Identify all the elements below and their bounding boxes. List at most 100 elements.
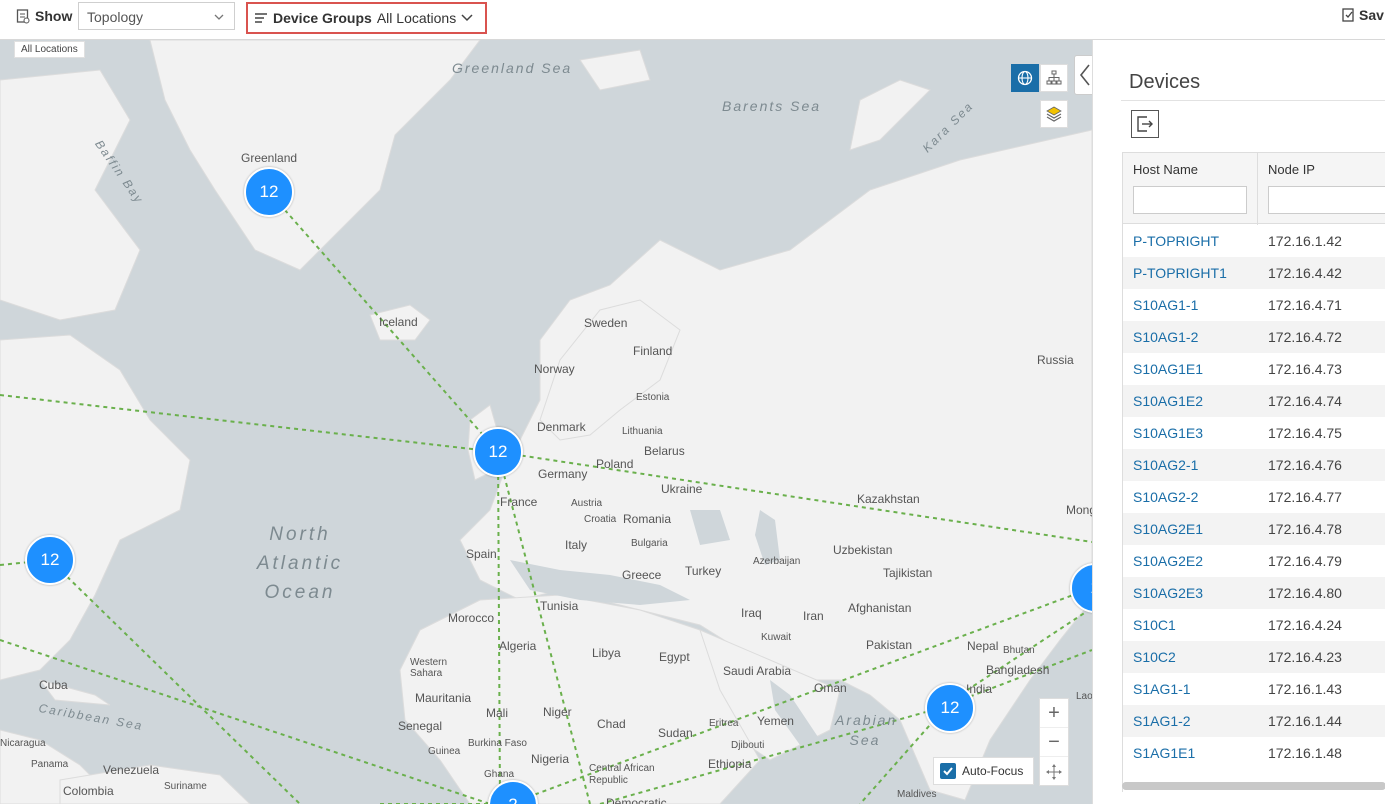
table-row[interactable]: P-TOPRIGHT1 172.16.4.42 — [1123, 257, 1385, 289]
node-ip-cell: 172.16.1.48 — [1268, 745, 1342, 761]
country-label: Lao — [1076, 691, 1092, 702]
node-ip-cell: 172.16.1.44 — [1268, 713, 1342, 729]
host-name-link[interactable]: S10AG1-1 — [1123, 297, 1258, 313]
fit-view-button[interactable] — [1040, 757, 1068, 786]
country-label: Greece — [622, 568, 662, 582]
table-row[interactable]: S10AG1-1 172.16.4.71 — [1123, 289, 1385, 321]
sea-label: Arabian Sea — [835, 712, 898, 748]
host-name-link[interactable]: S10C2 — [1123, 649, 1258, 665]
sea-label: Greenland Sea — [452, 60, 573, 76]
country-label: Chad — [597, 717, 626, 731]
zoom-out-button[interactable]: − — [1040, 728, 1068, 757]
table-row[interactable]: S10AG1-2 172.16.4.72 — [1123, 321, 1385, 353]
checkbox-checked-icon — [940, 763, 956, 779]
logical-view-button[interactable] — [1040, 64, 1068, 92]
node-ip-cell: 172.16.4.74 — [1268, 393, 1342, 409]
location-chip: All Locations — [14, 41, 85, 58]
save-button[interactable]: Sav — [1342, 7, 1384, 23]
table-row[interactable]: S10AG2-1 172.16.4.76 — [1123, 449, 1385, 481]
country-label: Suriname — [164, 781, 207, 792]
geo-view-button[interactable] — [1011, 64, 1039, 92]
export-icon — [1137, 116, 1153, 132]
country-label: Niger — [543, 705, 572, 719]
host-name-link[interactable]: S10AG1E3 — [1123, 425, 1258, 441]
save-label: Sav — [1359, 7, 1384, 23]
table-row[interactable]: S10C2 172.16.4.23 — [1123, 641, 1385, 673]
host-name-link[interactable]: S10AG1E1 — [1123, 361, 1258, 377]
auto-focus-toggle[interactable]: Auto-Focus — [933, 757, 1034, 785]
device-cluster[interactable]: 12 — [925, 683, 975, 733]
show-select[interactable]: Topology — [78, 2, 235, 30]
country-label: Ghana — [484, 769, 515, 780]
country-label: Colombia — [63, 784, 114, 798]
device-groups-selector[interactable]: Device Groups All Locations — [246, 2, 487, 34]
country-label: Austria — [571, 498, 603, 509]
move-icon — [1046, 763, 1062, 780]
table-row[interactable]: S10AG2E2 172.16.4.79 — [1123, 545, 1385, 577]
country-label: Finland — [633, 344, 673, 358]
host-name-link[interactable]: S10AG2E1 — [1123, 521, 1258, 537]
horizontal-scrollbar[interactable] — [1122, 782, 1385, 790]
country-label: Denmark — [537, 420, 586, 434]
device-cluster[interactable]: 12 — [25, 535, 75, 585]
country-label: Mauritania — [415, 691, 472, 705]
scrollbar-thumb[interactable] — [1122, 782, 1385, 790]
layers-button[interactable] — [1040, 100, 1068, 128]
node-ip-filter-input[interactable] — [1268, 186, 1385, 214]
host-name-link[interactable]: S1AG1E1 — [1123, 745, 1258, 761]
node-ip-cell: 172.16.4.75 — [1268, 425, 1342, 441]
host-name-link[interactable]: S10AG1-2 — [1123, 329, 1258, 345]
host-name-link[interactable]: S10AG2E3 — [1123, 585, 1258, 601]
table-row[interactable]: S10AG1E1 172.16.4.73 — [1123, 353, 1385, 385]
host-name-link[interactable]: S10AG1E2 — [1123, 393, 1258, 409]
country-label: Ethiopia — [708, 757, 752, 771]
device-cluster[interactable]: 12 — [244, 167, 294, 217]
host-name-link[interactable]: P-TOPRIGHT — [1123, 233, 1258, 249]
layers-icon — [1046, 106, 1062, 122]
host-name-link[interactable]: S10AG2-1 — [1123, 457, 1258, 473]
country-label: Kuwait — [761, 632, 792, 643]
country-label: France — [500, 495, 538, 509]
host-name-link[interactable]: S1AG1-1 — [1123, 681, 1258, 697]
table-row[interactable]: S10AG2E3 172.16.4.80 — [1123, 577, 1385, 609]
table-row[interactable]: S10AG2-2 172.16.4.77 — [1123, 481, 1385, 513]
table-row[interactable]: S1AG1-2 172.16.1.44 — [1123, 705, 1385, 737]
zoom-in-button[interactable]: + — [1040, 699, 1068, 728]
country-label: Burkina Faso — [468, 738, 527, 749]
host-name-link[interactable]: S10C1 — [1123, 617, 1258, 633]
host-name-link[interactable]: S10AG2E2 — [1123, 553, 1258, 569]
export-button[interactable] — [1131, 110, 1159, 138]
country-label: Saudi Arabia — [723, 664, 792, 678]
topology-map[interactable]: All Locations Greenland Sea Barents Sea … — [0, 40, 1092, 804]
country-label: Romania — [623, 512, 672, 526]
country-label: Germany — [538, 467, 588, 481]
country-label: Russia — [1037, 353, 1074, 367]
host-name-link[interactable]: S10AG2-2 — [1123, 489, 1258, 505]
sea-label: Barents Sea — [722, 98, 822, 114]
table-row[interactable]: S1AG1E1 172.16.1.48 — [1123, 737, 1385, 769]
country-label: Lithuania — [622, 426, 663, 437]
country-label: Pakistan — [866, 638, 913, 652]
country-label: Central African Republic — [589, 763, 655, 786]
device-cluster[interactable]: 12 — [473, 427, 523, 477]
host-name-link[interactable]: S1AG1-2 — [1123, 713, 1258, 729]
host-name-link[interactable]: P-TOPRIGHT1 — [1123, 265, 1258, 281]
country-label: Panama — [31, 759, 69, 770]
country-label: Nicaragua — [0, 738, 46, 749]
table-row[interactable]: S10AG1E3 172.16.4.75 — [1123, 417, 1385, 449]
table-header: Host Name Node IP — [1123, 152, 1385, 225]
table-row[interactable]: P-TOPRIGHT 172.16.1.42 — [1123, 225, 1385, 257]
auto-focus-label: Auto-Focus — [962, 764, 1024, 778]
host-name-filter-input[interactable] — [1133, 186, 1247, 214]
divider — [1121, 100, 1385, 101]
country-label: Belarus — [644, 444, 685, 458]
country-label: Iraq — [741, 606, 762, 620]
table-row[interactable]: S1AG1-1 172.16.1.43 — [1123, 673, 1385, 705]
table-row[interactable]: S10AG1E2 172.16.4.74 — [1123, 385, 1385, 417]
country-label: Libya — [592, 646, 621, 660]
table-row[interactable]: S10C1 172.16.4.24 — [1123, 609, 1385, 641]
hierarchy-icon — [1046, 70, 1062, 85]
table-row[interactable]: S10AG2E1 172.16.4.78 — [1123, 513, 1385, 545]
country-label: Iceland — [379, 315, 418, 329]
panel-title: Devices — [1129, 71, 1201, 93]
